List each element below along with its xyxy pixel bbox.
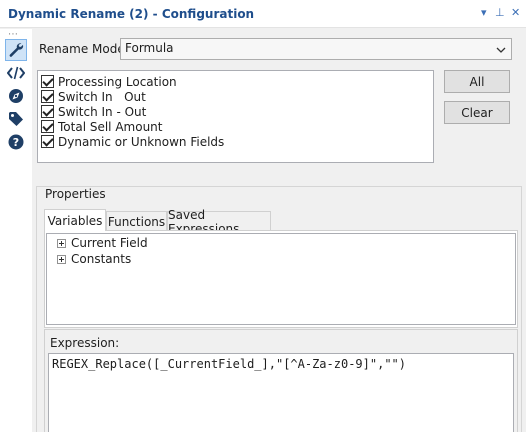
rename-mode-select[interactable]: Formula bbox=[120, 38, 512, 60]
wrench-icon[interactable] bbox=[5, 39, 27, 61]
tree-node-current-field[interactable]: Current Field bbox=[57, 236, 148, 250]
tab-variables[interactable]: Variables bbox=[44, 209, 106, 231]
field-item[interactable]: Switch In - Out bbox=[41, 104, 146, 119]
field-label: Processing Location bbox=[58, 74, 177, 89]
field-label: Switch In Out bbox=[58, 89, 146, 104]
variables-tree: Current Field Constants bbox=[46, 233, 516, 325]
field-item[interactable]: Dynamic or Unknown Fields bbox=[41, 134, 224, 149]
field-label: Total Sell Amount bbox=[58, 119, 163, 134]
tree-node-constants[interactable]: Constants bbox=[57, 252, 131, 266]
field-list: Processing Location Switch In Out Switch… bbox=[37, 70, 434, 163]
field-label: Dynamic or Unknown Fields bbox=[58, 134, 225, 149]
field-item[interactable]: Switch In Out bbox=[41, 89, 146, 104]
field-checkbox[interactable] bbox=[41, 135, 54, 148]
tag-icon[interactable] bbox=[5, 108, 27, 130]
chevron-down-icon[interactable] bbox=[496, 40, 506, 57]
field-item[interactable]: Processing Location bbox=[41, 74, 177, 89]
title-bar: Dynamic Rename (2) - Configuration ▾ ⊥ ✕ bbox=[0, 0, 526, 28]
expression-label: Expression: bbox=[50, 336, 120, 350]
pin-icon[interactable]: ⊥ bbox=[495, 5, 505, 21]
properties-label: Properties bbox=[43, 187, 108, 201]
configuration-panel: Rename Mode: Formula Processing Location… bbox=[32, 29, 526, 432]
code-icon[interactable] bbox=[5, 62, 27, 84]
field-checkbox[interactable] bbox=[41, 105, 54, 118]
rename-mode-value: Formula bbox=[125, 41, 174, 55]
window-menu-icon[interactable]: ▾ bbox=[481, 5, 487, 21]
clear-button[interactable]: Clear bbox=[444, 101, 510, 124]
tree-node-label: Constants bbox=[71, 252, 132, 266]
field-item[interactable]: Total Sell Amount bbox=[41, 119, 162, 134]
select-all-button[interactable]: All bbox=[444, 70, 510, 93]
expand-icon[interactable] bbox=[57, 238, 66, 248]
tab-saved-expressions[interactable]: Saved Expressions bbox=[167, 208, 271, 236]
field-label: Switch In - Out bbox=[58, 104, 147, 119]
expression-editor[interactable]: REGEX_Replace([_CurrentField_],"[^A-Za-z… bbox=[48, 353, 514, 432]
field-checkbox[interactable] bbox=[41, 90, 54, 103]
tree-node-label: Current Field bbox=[71, 236, 148, 250]
expand-icon[interactable] bbox=[57, 254, 66, 264]
field-checkbox[interactable] bbox=[41, 75, 54, 88]
sidebar: ⋯ ? bbox=[0, 29, 32, 432]
window-title: Dynamic Rename (2) - Configuration bbox=[8, 7, 255, 21]
svg-text:?: ? bbox=[13, 136, 19, 149]
rename-mode-label: Rename Mode: bbox=[39, 42, 129, 56]
tab-functions[interactable]: Functions bbox=[106, 211, 167, 231]
compass-icon[interactable] bbox=[5, 85, 27, 107]
close-icon[interactable]: ✕ bbox=[511, 5, 520, 21]
help-icon[interactable]: ? bbox=[5, 131, 27, 153]
field-checkbox[interactable] bbox=[41, 120, 54, 133]
